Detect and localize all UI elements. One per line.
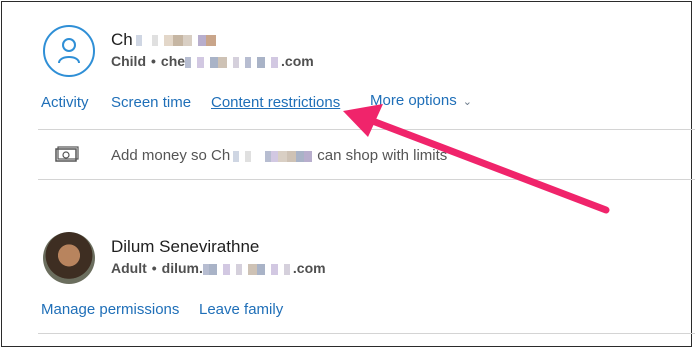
arrow-annotation-icon [343, 104, 610, 214]
